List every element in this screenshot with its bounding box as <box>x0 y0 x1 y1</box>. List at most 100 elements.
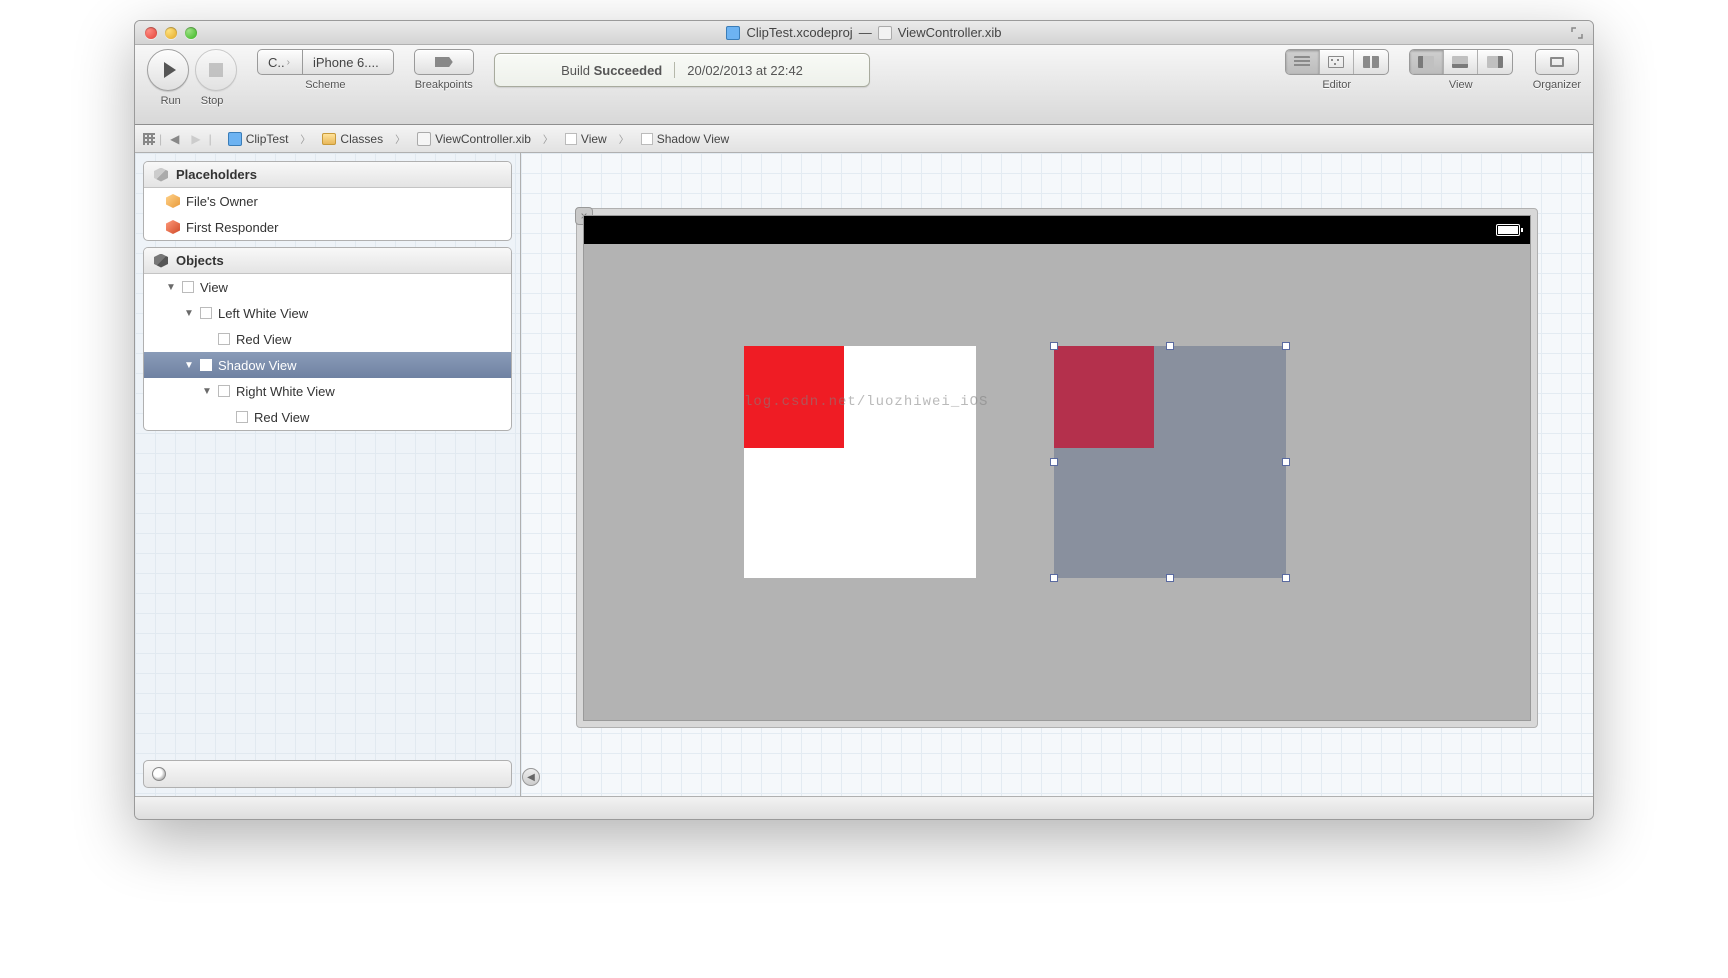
path-seg-project[interactable]: ClipTest <box>222 130 295 148</box>
selection-handle[interactable] <box>1050 342 1058 350</box>
view-icon <box>236 411 248 423</box>
view-panels-segment[interactable] <box>1409 49 1513 75</box>
selection-handle[interactable] <box>1282 574 1290 582</box>
view-icon <box>565 133 577 145</box>
fullscreen-button[interactable] <box>1569 25 1585 41</box>
jump-bar-separator2: | <box>209 132 212 146</box>
selection-handle[interactable] <box>1282 458 1290 466</box>
window-status-bar <box>135 797 1593 819</box>
outline-item-view[interactable]: ▼ View <box>144 274 511 300</box>
path-seg-xib[interactable]: ViewController.xib <box>411 130 537 148</box>
folder-icon <box>322 133 336 145</box>
zoom-window-button[interactable] <box>185 27 197 39</box>
editor-body: Placeholders File's Owner First Responde… <box>135 153 1593 797</box>
right-red-view[interactable] <box>1054 346 1154 448</box>
shadow-view-selected[interactable] <box>1054 346 1286 578</box>
disclosure-triangle-icon[interactable]: ▼ <box>184 360 194 371</box>
editor-mode-segment[interactable] <box>1285 49 1389 75</box>
minimize-window-button[interactable] <box>165 27 177 39</box>
canvas-dock: ◀ <box>521 153 541 796</box>
path-label: ClipTest <box>246 132 289 146</box>
title-bar: ClipTest.xcodeproj — ViewController.xib <box>135 21 1593 45</box>
window-title: ClipTest.xcodeproj — ViewController.xib <box>135 25 1593 40</box>
cube-icon <box>154 254 168 268</box>
navigator-panel-button[interactable] <box>1410 50 1444 74</box>
bottom-panel-icon <box>1452 56 1468 68</box>
selection-handle[interactable] <box>1282 342 1290 350</box>
scheme-device-button[interactable]: iPhone 6.... <box>302 49 394 75</box>
project-icon <box>228 132 242 146</box>
debug-panel-button[interactable] <box>1444 50 1478 74</box>
scheme-group: C..› iPhone 6.... Scheme <box>257 49 394 91</box>
close-window-button[interactable] <box>145 27 157 39</box>
outline-item-label: File's Owner <box>186 194 258 209</box>
editor-group: Editor <box>1285 49 1389 91</box>
view-icon <box>200 307 212 319</box>
outline-item-label: First Responder <box>186 220 278 235</box>
outline-filter-bar[interactable] <box>143 760 512 788</box>
interface-builder-canvas[interactable]: ◀ × <box>521 153 1593 796</box>
objects-panel: Objects ▼ View ▼ Left White View Red Vie… <box>143 247 512 431</box>
stop-icon <box>209 63 223 77</box>
outline-item-shadow[interactable]: ▼ Shadow View <box>144 352 511 378</box>
related-items-icon[interactable] <box>143 133 155 145</box>
back-button[interactable]: ◀ <box>166 132 183 146</box>
filter-icon <box>152 767 166 781</box>
chevron-right-icon: › <box>285 57 292 68</box>
outline-item-red2[interactable]: Red View <box>144 404 511 430</box>
outline-item-red1[interactable]: Red View <box>144 326 511 352</box>
jump-bar: | ◀ ▶ | ClipTest 〉 Classes 〉 ViewControl… <box>135 125 1593 153</box>
disclosure-triangle-icon[interactable]: ▼ <box>202 386 212 397</box>
document-outline: Placeholders File's Owner First Responde… <box>135 153 521 796</box>
selection-handle[interactable] <box>1166 342 1174 350</box>
placeholders-panel: Placeholders File's Owner First Responde… <box>143 161 512 241</box>
dock-toggle-button[interactable]: ◀ <box>522 768 540 786</box>
scheme-project-button[interactable]: C..› <box>257 49 302 75</box>
outline-item-label: View <box>200 280 228 295</box>
outline-item-files-owner[interactable]: File's Owner <box>144 188 511 214</box>
selection-handle[interactable] <box>1050 458 1058 466</box>
standard-editor-button[interactable] <box>1286 50 1320 74</box>
organizer-button[interactable] <box>1535 49 1579 75</box>
scheme-device-label: iPhone 6.... <box>313 55 379 70</box>
outline-item-label: Right White View <box>236 384 335 399</box>
placeholder-icon <box>166 220 180 234</box>
selection-handle[interactable] <box>1050 574 1058 582</box>
path-seg-view[interactable]: View <box>559 130 613 148</box>
assistant-editor-button[interactable] <box>1320 50 1354 74</box>
view-icon <box>641 133 653 145</box>
stop-button[interactable] <box>195 49 237 91</box>
placeholders-header: Placeholders <box>144 162 511 188</box>
xib-icon <box>417 132 431 146</box>
selection-handle[interactable] <box>1166 574 1174 582</box>
disclosure-triangle-icon[interactable]: ▼ <box>184 308 194 319</box>
breakpoints-group: Breakpoints <box>414 49 474 91</box>
root-view[interactable]: log.csdn.net/luozhiwei_iOS <box>583 215 1531 721</box>
chevron-right-icon: 〉 <box>393 131 407 146</box>
breakpoints-label: Breakpoints <box>415 79 473 91</box>
scheme-selector[interactable]: C..› iPhone 6.... <box>257 49 394 75</box>
outline-item-first-responder[interactable]: First Responder <box>144 214 511 240</box>
version-editor-button[interactable] <box>1354 50 1388 74</box>
view-label: View <box>1449 79 1473 91</box>
scheme-project-label: C.. <box>268 55 285 70</box>
utilities-panel-button[interactable] <box>1478 50 1512 74</box>
left-red-view[interactable] <box>744 346 844 448</box>
forward-button[interactable]: ▶ <box>187 132 204 146</box>
title-separator: — <box>859 25 872 40</box>
breakpoints-button[interactable] <box>414 49 474 75</box>
play-icon <box>164 62 176 78</box>
build-prefix: Build <box>561 63 594 78</box>
left-panel-icon <box>1418 56 1434 68</box>
path-seg-folder[interactable]: Classes <box>316 130 389 148</box>
view-group: View <box>1409 49 1513 91</box>
outline-item-right-white[interactable]: ▼ Right White View <box>144 378 511 404</box>
outline-item-left-white[interactable]: ▼ Left White View <box>144 300 511 326</box>
path-seg-shadow[interactable]: Shadow View <box>635 130 736 148</box>
left-white-view[interactable] <box>744 346 976 578</box>
simulated-status-bar <box>584 216 1530 244</box>
disclosure-triangle-icon[interactable]: ▼ <box>166 282 176 293</box>
run-button[interactable] <box>147 49 189 91</box>
scheme-label: Scheme <box>305 79 345 91</box>
view-icon <box>218 333 230 345</box>
